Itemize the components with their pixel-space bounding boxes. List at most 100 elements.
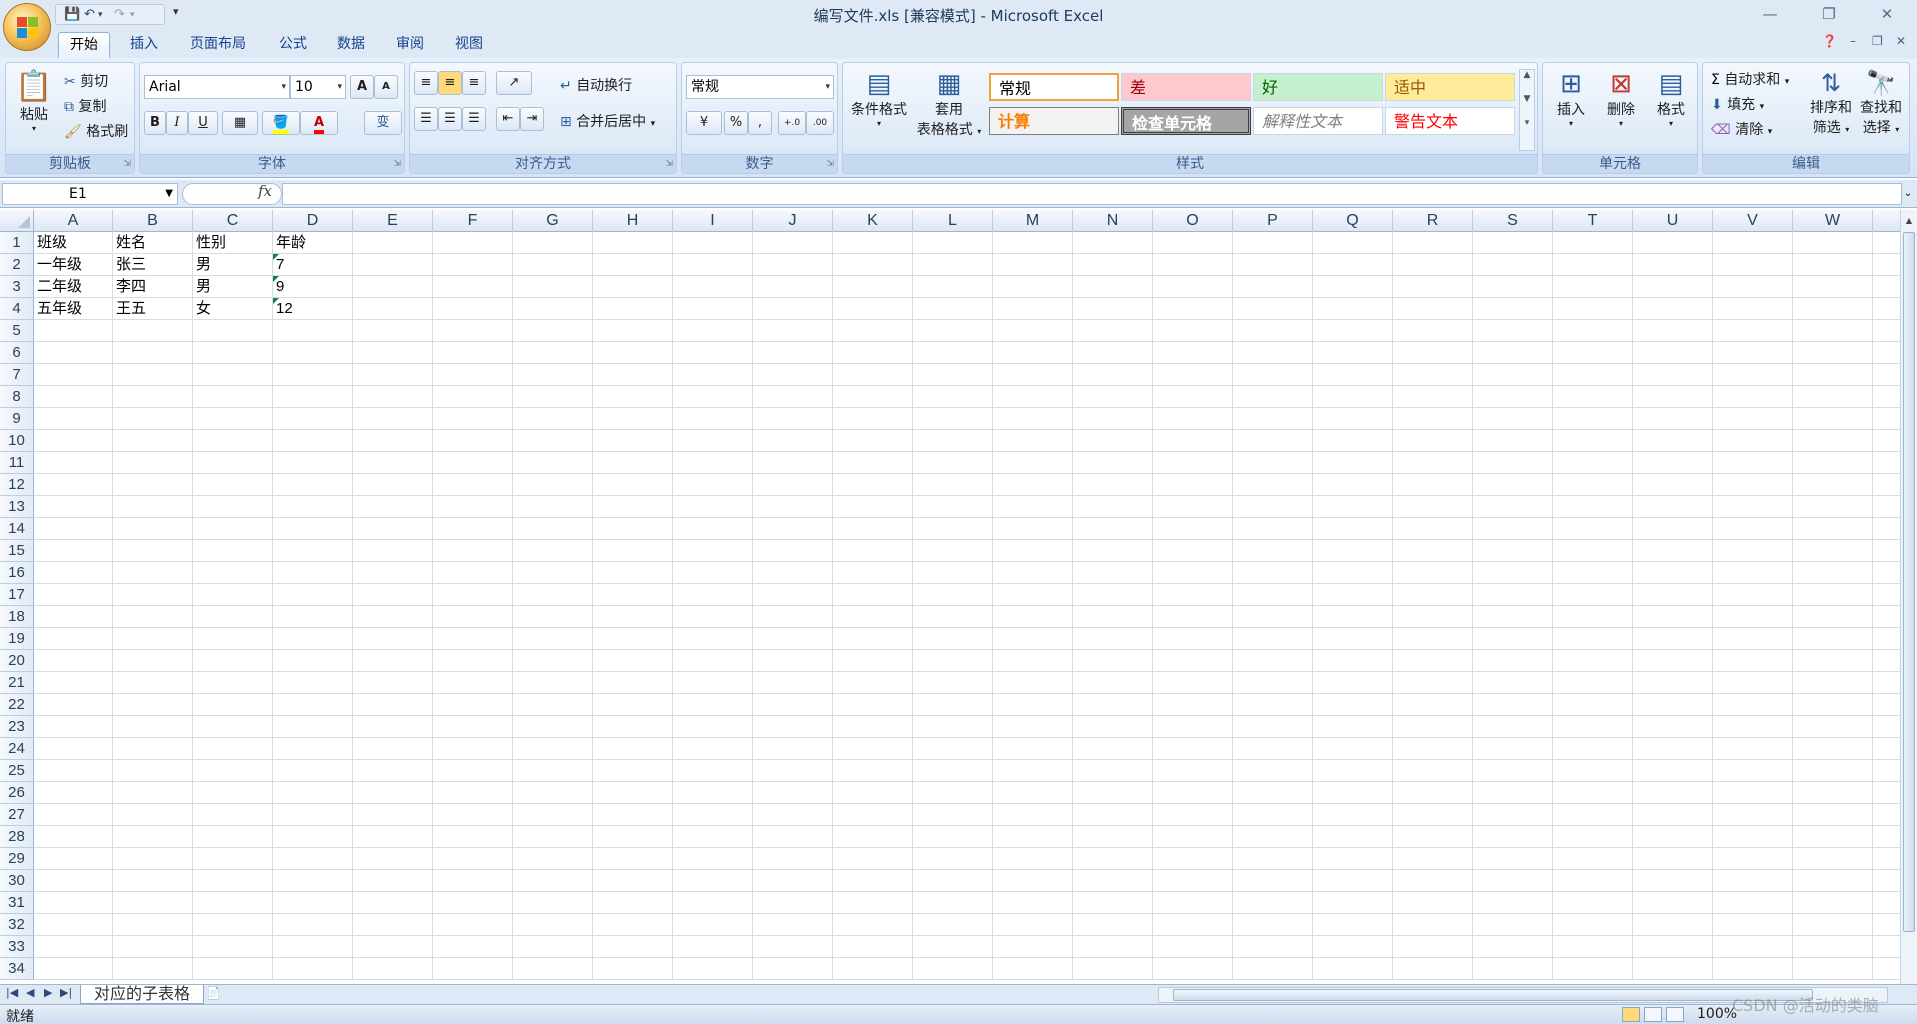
row-header[interactable]: 7: [0, 364, 34, 386]
copy-button[interactable]: ⧉ 复制: [64, 96, 106, 116]
cell[interactable]: 姓名: [113, 232, 193, 254]
number-launcher-icon[interactable]: ⇲: [826, 159, 834, 169]
column-header[interactable]: E: [353, 210, 433, 232]
column-header[interactable]: T: [1553, 210, 1633, 232]
row-header[interactable]: 16: [0, 562, 34, 584]
cell[interactable]: 男: [193, 276, 273, 298]
format-painter-button[interactable]: 🖌 格式刷: [64, 121, 128, 141]
row-header[interactable]: 30: [0, 870, 34, 892]
find-select-button[interactable]: 🔭 查找和 选择 ▾: [1857, 69, 1905, 137]
clipboard-launcher-icon[interactable]: ⇲: [123, 159, 131, 169]
row-header[interactable]: 24: [0, 738, 34, 760]
column-header[interactable]: I: [673, 210, 753, 232]
horizontal-scroll-thumb[interactable]: [1173, 989, 1813, 1001]
cell[interactable]: 女: [193, 298, 273, 320]
row-header[interactable]: 13: [0, 496, 34, 518]
page-layout-view-button[interactable]: [1644, 1007, 1662, 1022]
font-name-combo[interactable]: Arial ▾: [144, 75, 290, 99]
font-launcher-icon[interactable]: ⇲: [393, 159, 401, 169]
row-header[interactable]: 31: [0, 892, 34, 914]
row-header[interactable]: 12: [0, 474, 34, 496]
vertical-scrollbar[interactable]: ▲: [1900, 210, 1917, 984]
cell[interactable]: 性别: [193, 232, 273, 254]
clear-button[interactable]: ⌫ 清除 ▾: [1711, 119, 1772, 139]
last-sheet-icon[interactable]: ▶|: [60, 986, 72, 999]
borders-button[interactable]: ▦: [222, 111, 258, 135]
row-header[interactable]: 5: [0, 320, 34, 342]
style-good[interactable]: 好: [1253, 73, 1383, 101]
row-header[interactable]: 34: [0, 958, 34, 980]
row-header[interactable]: 25: [0, 760, 34, 782]
style-warning[interactable]: 警告文本: [1385, 107, 1515, 135]
column-header[interactable]: D: [273, 210, 353, 232]
expand-formula-bar-icon[interactable]: ⌄: [1901, 184, 1915, 204]
shrink-font-button[interactable]: A: [374, 75, 398, 99]
worksheet-grid[interactable]: ABCDEFGHIJKLMNOPQRSTUVW 1 2 3 4 5 6 7 8 9 10 11 12 1…: [0, 210, 1900, 984]
row-header[interactable]: 4: [0, 298, 34, 320]
ribbon-minimize-icon[interactable]: –: [1850, 34, 1856, 48]
tab-review[interactable]: 审阅: [385, 32, 435, 58]
restore-button[interactable]: ❐: [1806, 2, 1852, 26]
sheet-tab-active[interactable]: 对应的子表格: [80, 985, 204, 1004]
row-header[interactable]: 18: [0, 606, 34, 628]
row-header[interactable]: 14: [0, 518, 34, 540]
insert-sheet-icon[interactable]: 📄: [206, 986, 221, 1000]
column-header[interactable]: O: [1153, 210, 1233, 232]
fill-color-button[interactable]: 🪣: [262, 111, 300, 135]
row-header[interactable]: 1: [0, 232, 34, 254]
cell[interactable]: 张三: [113, 254, 193, 276]
row-header[interactable]: 27: [0, 804, 34, 826]
row-header[interactable]: 10: [0, 430, 34, 452]
increase-decimal-button[interactable]: +.0: [778, 111, 806, 135]
align-center-button[interactable]: ☰: [438, 107, 462, 131]
cell[interactable]: 一年级: [34, 254, 113, 276]
formula-input[interactable]: [282, 183, 1902, 205]
row-header[interactable]: 29: [0, 848, 34, 870]
column-header[interactable]: R: [1393, 210, 1473, 232]
font-color-button[interactable]: A: [300, 111, 338, 135]
row-header[interactable]: 33: [0, 936, 34, 958]
format-cells-button[interactable]: ▤ 格式 ▾: [1649, 69, 1693, 128]
prev-sheet-icon[interactable]: ◀: [26, 986, 34, 999]
page-break-view-button[interactable]: [1666, 1007, 1684, 1022]
row-header[interactable]: 23: [0, 716, 34, 738]
style-check-cell[interactable]: 检查单元格: [1121, 107, 1251, 135]
row-header[interactable]: 8: [0, 386, 34, 408]
top-align-button[interactable]: ≡: [414, 71, 438, 95]
normal-view-button[interactable]: [1622, 1007, 1640, 1022]
cell[interactable]: 12: [273, 298, 353, 320]
percent-button[interactable]: %: [724, 111, 748, 135]
number-format-combo[interactable]: 常规 ▾: [686, 75, 834, 99]
style-calculation[interactable]: 计算: [989, 107, 1119, 135]
style-explanatory[interactable]: 解释性文本: [1253, 107, 1383, 135]
style-bad[interactable]: 差: [1121, 73, 1251, 101]
row-header[interactable]: 9: [0, 408, 34, 430]
decrease-indent-button[interactable]: ⇤: [496, 107, 520, 131]
first-sheet-icon[interactable]: |◀: [6, 986, 18, 999]
row-header[interactable]: 32: [0, 914, 34, 936]
column-header[interactable]: F: [433, 210, 513, 232]
wrap-text-button[interactable]: ↵ 自动换行: [560, 75, 632, 95]
tab-view[interactable]: 视图: [444, 32, 494, 58]
number-as-text-indicator[interactable]: [273, 276, 279, 282]
cell[interactable]: 王五: [113, 298, 193, 320]
column-header[interactable]: B: [113, 210, 193, 232]
sort-filter-button[interactable]: ⇅ 排序和 筛选 ▾: [1807, 69, 1855, 137]
align-right-button[interactable]: ☰: [462, 107, 486, 131]
office-button[interactable]: [3, 3, 51, 51]
middle-align-button[interactable]: ≡: [438, 71, 462, 95]
row-header[interactable]: 21: [0, 672, 34, 694]
ribbon-restore-icon[interactable]: ❐: [1872, 34, 1883, 48]
number-as-text-indicator[interactable]: [273, 254, 279, 260]
delete-cells-button[interactable]: ⊠ 删除 ▾: [1599, 69, 1643, 128]
style-normal[interactable]: 常规: [989, 73, 1119, 101]
row-header[interactable]: 28: [0, 826, 34, 848]
row-header[interactable]: 22: [0, 694, 34, 716]
cell[interactable]: 班级: [34, 232, 113, 254]
accounting-button[interactable]: ¥: [686, 111, 722, 135]
column-header[interactable]: C: [193, 210, 273, 232]
align-left-button[interactable]: ☰: [414, 107, 438, 131]
row-header[interactable]: 6: [0, 342, 34, 364]
cell[interactable]: 年龄: [273, 232, 353, 254]
row-header[interactable]: 20: [0, 650, 34, 672]
